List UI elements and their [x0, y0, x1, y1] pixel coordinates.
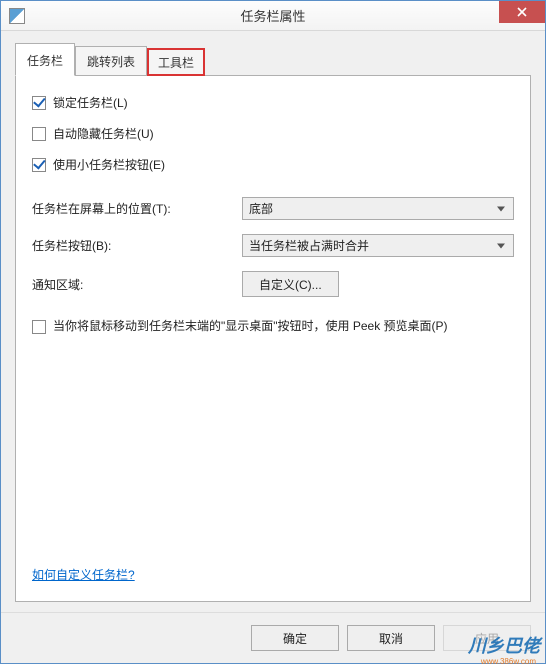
autohide-row: 自动隐藏任务栏(U) — [32, 125, 514, 142]
titlebar: 任务栏属性 — [1, 1, 545, 31]
buttons-combine-row: 任务栏按钮(B): 当任务栏被占满时合并 — [32, 234, 514, 257]
small-buttons-label[interactable]: 使用小任务栏按钮(E) — [53, 156, 165, 173]
autohide-label[interactable]: 自动隐藏任务栏(U) — [53, 125, 154, 142]
position-row: 任务栏在屏幕上的位置(T): 底部 — [32, 197, 514, 220]
notify-label: 通知区域: — [32, 276, 242, 293]
app-icon — [9, 8, 25, 24]
notify-row: 通知区域: 自定义(C)... — [32, 271, 514, 297]
position-value: 底部 — [249, 200, 273, 217]
lock-taskbar-row: 锁定任务栏(L) — [32, 94, 514, 111]
ok-button[interactable]: 确定 — [251, 625, 339, 651]
tab-panel: 锁定任务栏(L) 自动隐藏任务栏(U) 使用小任务栏按钮(E) 任务栏在屏幕上的… — [15, 75, 531, 602]
autohide-checkbox[interactable] — [32, 127, 46, 141]
close-icon — [517, 7, 527, 17]
apply-button[interactable]: 应用 — [443, 625, 531, 651]
panel-spacer — [32, 336, 514, 558]
content-area: 任务栏 跳转列表 工具栏 锁定任务栏(L) 自动隐藏任务栏(U) 使用小任务栏按… — [1, 31, 545, 612]
lock-taskbar-checkbox[interactable] — [32, 96, 46, 110]
buttons-combine-label: 任务栏按钮(B): — [32, 237, 242, 254]
window-title: 任务栏属性 — [240, 6, 305, 25]
cancel-button[interactable]: 取消 — [347, 625, 435, 651]
position-select[interactable]: 底部 — [242, 197, 514, 220]
buttons-combine-select[interactable]: 当任务栏被占满时合并 — [242, 234, 514, 257]
buttons-combine-value: 当任务栏被占满时合并 — [249, 237, 369, 254]
small-buttons-row: 使用小任务栏按钮(E) — [32, 156, 514, 173]
help-link[interactable]: 如何自定义任务栏? — [32, 566, 514, 583]
tabstrip: 任务栏 跳转列表 工具栏 — [15, 43, 531, 76]
tab-taskbar[interactable]: 任务栏 — [15, 43, 75, 76]
position-label: 任务栏在屏幕上的位置(T): — [32, 200, 242, 217]
peek-label[interactable]: 当你将鼠标移动到任务栏末端的"显示桌面"按钮时，使用 Peek 预览桌面(P) — [53, 317, 448, 336]
tab-jumplist[interactable]: 跳转列表 — [75, 46, 147, 76]
peek-row: 当你将鼠标移动到任务栏末端的"显示桌面"按钮时，使用 Peek 预览桌面(P) — [32, 317, 514, 336]
tab-toolbar[interactable]: 工具栏 — [147, 48, 205, 76]
close-button[interactable] — [499, 1, 545, 23]
lock-taskbar-label[interactable]: 锁定任务栏(L) — [53, 94, 128, 111]
button-bar: 确定 取消 应用 — [1, 612, 545, 663]
small-buttons-checkbox[interactable] — [32, 158, 46, 172]
customize-button[interactable]: 自定义(C)... — [242, 271, 339, 297]
dialog-window: 任务栏属性 任务栏 跳转列表 工具栏 锁定任务栏(L) 自动隐藏任务栏(U) — [0, 0, 546, 664]
peek-checkbox[interactable] — [32, 320, 46, 334]
